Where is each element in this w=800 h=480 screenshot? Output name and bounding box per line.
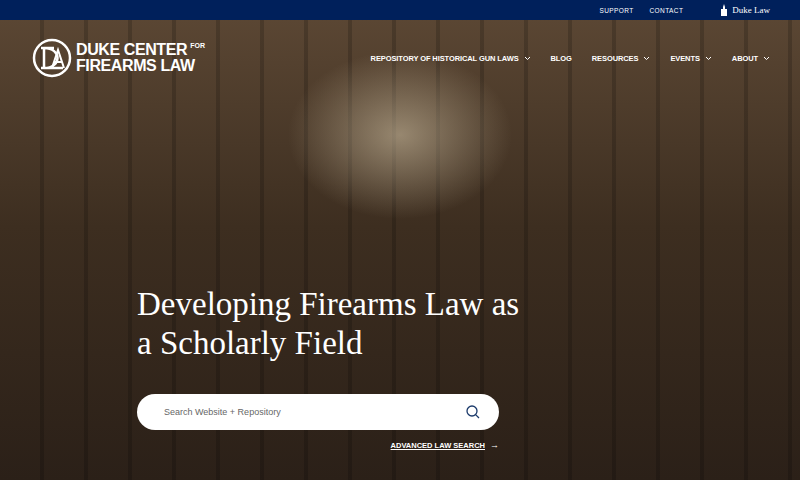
hero: DUKE CENTERFORFIREARMS LAW REPOSITORY OF … <box>0 20 800 480</box>
search-icon[interactable] <box>465 404 481 420</box>
emblem-icon <box>32 38 72 78</box>
nav-item[interactable]: EVENTS <box>670 54 711 63</box>
chevron-down-icon <box>643 56 650 61</box>
chevron-down-icon <box>705 56 712 61</box>
utility-link[interactable]: CONTACT <box>650 7 684 14</box>
chevron-down-icon <box>524 56 531 61</box>
utility-bar: SUPPORT CONTACT Duke Law <box>0 0 800 20</box>
site-logo[interactable]: DUKE CENTERFORFIREARMS LAW <box>32 38 205 78</box>
chapel-icon <box>719 4 729 16</box>
hero-title: Developing Firearms Law as a Scholarly F… <box>137 285 537 364</box>
nav-item[interactable]: RESOURCES <box>592 54 651 63</box>
main-nav: REPOSITORY OF HISTORICAL GUN LAWS BLOG RES… <box>371 54 770 63</box>
chevron-down-icon <box>763 56 770 61</box>
header: DUKE CENTERFORFIREARMS LAW REPOSITORY OF … <box>0 20 800 78</box>
duke-law-logo[interactable]: Duke Law <box>719 4 770 16</box>
hero-content: Developing Firearms Law as a Scholarly F… <box>0 285 499 480</box>
page: SUPPORT CONTACT Duke Law DUKE CENTERFORFIRE… <box>0 0 800 480</box>
nav-item[interactable]: ABOUT <box>732 54 770 63</box>
utility-link[interactable]: SUPPORT <box>599 7 633 14</box>
nav-item[interactable]: REPOSITORY OF HISTORICAL GUN LAWS <box>371 54 531 63</box>
search-box <box>137 394 499 430</box>
nav-item[interactable]: BLOG <box>551 54 572 63</box>
search-input[interactable] <box>162 406 457 418</box>
advanced-search-link[interactable]: ADVANCED LAW SEARCH→ <box>391 440 499 450</box>
